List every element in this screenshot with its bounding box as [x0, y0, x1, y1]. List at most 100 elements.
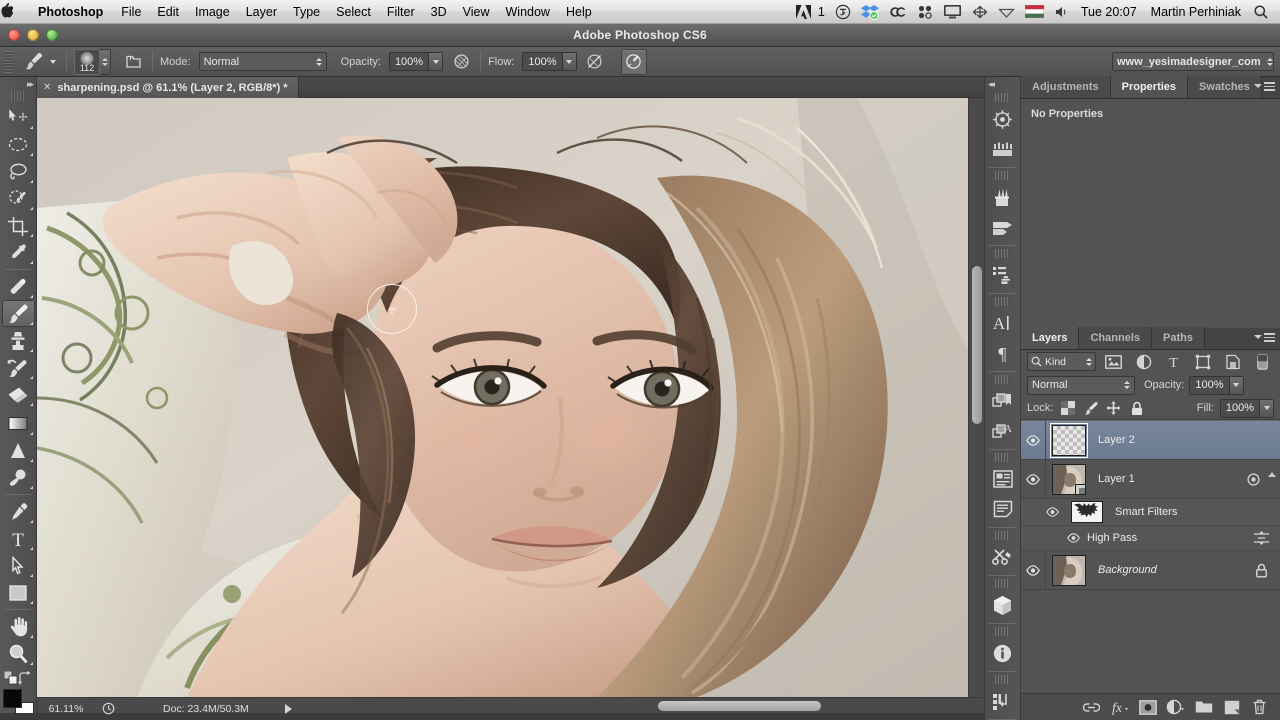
layer-visibility-toggle[interactable]	[1021, 460, 1046, 498]
dock-group-grip-2[interactable]	[995, 171, 1010, 180]
brush-tool-preset-dropdown[interactable]	[47, 50, 59, 74]
brush-size-picker[interactable]: 112	[74, 48, 111, 75]
menu-window[interactable]: Window	[498, 0, 558, 24]
marquee-tool[interactable]	[2, 131, 35, 158]
pen-tool[interactable]	[2, 498, 35, 525]
opacity-dropdown-arrow[interactable]	[428, 53, 443, 70]
rectangle-tool[interactable]	[2, 579, 35, 606]
canvas-vertical-scrollbar[interactable]	[968, 98, 984, 697]
smart-filter-name[interactable]: High Pass	[1087, 532, 1137, 544]
foreground-color-swatch[interactable]	[2, 689, 22, 708]
menu-image[interactable]: Image	[187, 0, 238, 24]
display-icon[interactable]	[938, 0, 967, 24]
quick-selection-tool[interactable]	[2, 185, 35, 212]
character-panel-icon[interactable]: A	[988, 308, 1018, 338]
tab-channels[interactable]: Channels	[1079, 327, 1152, 349]
tool-presets-icon[interactable]	[988, 542, 1018, 572]
brush-size-stepper[interactable]	[100, 48, 111, 75]
dock-group-grip-5[interactable]	[995, 375, 1010, 384]
layer-opacity-dropdown-arrow[interactable]	[1228, 376, 1243, 394]
menu-3d[interactable]: 3D	[423, 0, 455, 24]
layer-fill-input[interactable]: 100%	[1219, 398, 1274, 418]
airplay-icon[interactable]	[967, 0, 993, 24]
pixel-layer-filter-icon[interactable]	[1102, 352, 1126, 372]
close-tab-icon[interactable]: ✕	[43, 82, 51, 93]
new-adjustment-layer-button[interactable]	[1163, 696, 1188, 718]
canvas-area[interactable]	[37, 98, 984, 697]
timing-icon[interactable]	[95, 702, 121, 715]
layer-comps-icon[interactable]	[988, 464, 1018, 494]
move-tool[interactable]	[2, 104, 35, 131]
toolbar-grip[interactable]	[10, 91, 26, 101]
add-layer-mask-button[interactable]	[1135, 696, 1160, 718]
dock-group-grip-3[interactable]	[995, 249, 1010, 258]
status-expand-arrow-icon[interactable]	[284, 703, 292, 714]
toolbar-collapse-button[interactable]: ▸▸	[0, 77, 36, 91]
lasso-tool[interactable]	[2, 158, 35, 185]
layer-name[interactable]: Background	[1098, 564, 1157, 576]
lock-image-pixels-icon[interactable]	[1082, 400, 1099, 417]
filter-toggle-switch-icon[interactable]	[1250, 352, 1274, 372]
close-button[interactable]	[8, 29, 20, 41]
dodge-tool[interactable]	[2, 464, 35, 491]
minimize-button[interactable]	[27, 29, 39, 41]
blur-tool[interactable]	[2, 437, 35, 464]
path-selection-tool[interactable]	[2, 552, 35, 579]
typekit-icon[interactable]	[830, 0, 856, 24]
airbrush-icon[interactable]	[583, 50, 607, 74]
brush-settings-icon[interactable]	[988, 212, 1018, 242]
spot-healing-brush-tool[interactable]	[2, 273, 35, 300]
menu-view[interactable]: View	[455, 0, 498, 24]
dock-group-grip-10[interactable]	[995, 675, 1010, 684]
layer-visibility-toggle[interactable]	[1021, 421, 1046, 459]
brush-presets-icon[interactable]	[988, 182, 1018, 212]
dock-group-grip-6[interactable]	[995, 453, 1010, 462]
mini-bridge-icon[interactable]	[988, 104, 1018, 134]
brush-tool[interactable]	[1, 300, 35, 327]
table-row[interactable]: Layer 2	[1021, 421, 1280, 460]
smart-filter-badge-icon[interactable]	[1245, 471, 1262, 488]
new-group-button[interactable]	[1191, 696, 1216, 718]
gradient-tool[interactable]	[2, 410, 35, 437]
adjustment-layer-filter-icon[interactable]	[1132, 352, 1156, 372]
layer-filter-kind-select[interactable]: Kind	[1027, 352, 1097, 371]
default-colors-icon[interactable]	[4, 671, 18, 685]
layer-thumbnail[interactable]	[1052, 463, 1086, 495]
document-image[interactable]	[37, 98, 968, 697]
3d-panel-icon[interactable]	[988, 590, 1018, 620]
smart-filter-visibility-toggle[interactable]	[1067, 533, 1080, 543]
adobe-logo-icon[interactable]	[791, 0, 816, 24]
brush-panel-toggle-icon[interactable]	[121, 50, 145, 74]
histogram-icon[interactable]	[988, 686, 1018, 716]
tab-swatches[interactable]: Swatches	[1188, 76, 1262, 98]
dock-group-grip-8[interactable]	[995, 579, 1010, 588]
add-layer-style-button[interactable]: fx	[1107, 696, 1132, 718]
dock-group-grip-9[interactable]	[995, 627, 1010, 636]
flow-dropdown-arrow[interactable]	[561, 53, 576, 70]
character-styles-icon[interactable]	[988, 386, 1018, 416]
dock-expand-button[interactable]: ◂◂	[985, 77, 1020, 91]
smart-filters-row[interactable]: Smart Filters	[1021, 499, 1280, 526]
shape-layer-filter-icon[interactable]	[1191, 352, 1215, 372]
lock-position-icon[interactable]	[1105, 400, 1122, 417]
apple-icon[interactable]	[0, 3, 34, 20]
layer-thumbnail[interactable]	[1052, 554, 1086, 586]
clone-stamp-tool[interactable]	[2, 327, 35, 354]
tablet-pressure-size-icon[interactable]	[620, 48, 647, 75]
eyedropper-tool[interactable]	[2, 239, 35, 266]
creative-cloud-icon[interactable]	[884, 0, 912, 24]
dock-group-grip-7[interactable]	[995, 531, 1010, 540]
type-tool[interactable]: T	[2, 525, 35, 552]
crop-tool[interactable]	[2, 212, 35, 239]
volume-icon[interactable]	[1049, 0, 1074, 24]
paragraph-styles-icon[interactable]: A	[988, 416, 1018, 446]
clone-source-icon[interactable]	[988, 260, 1018, 290]
blending-options-icon[interactable]	[1253, 531, 1270, 545]
tab-adjustments[interactable]: Adjustments	[1021, 76, 1111, 98]
tab-layers[interactable]: Layers	[1021, 327, 1080, 349]
layer-name[interactable]: Layer 2	[1098, 434, 1135, 446]
menu-type[interactable]: Type	[285, 0, 328, 24]
layer-visibility-toggle[interactable]	[1021, 551, 1046, 589]
bluetooth-group-icon[interactable]	[912, 0, 938, 24]
paragraph-panel-icon[interactable]: ¶	[988, 338, 1018, 368]
